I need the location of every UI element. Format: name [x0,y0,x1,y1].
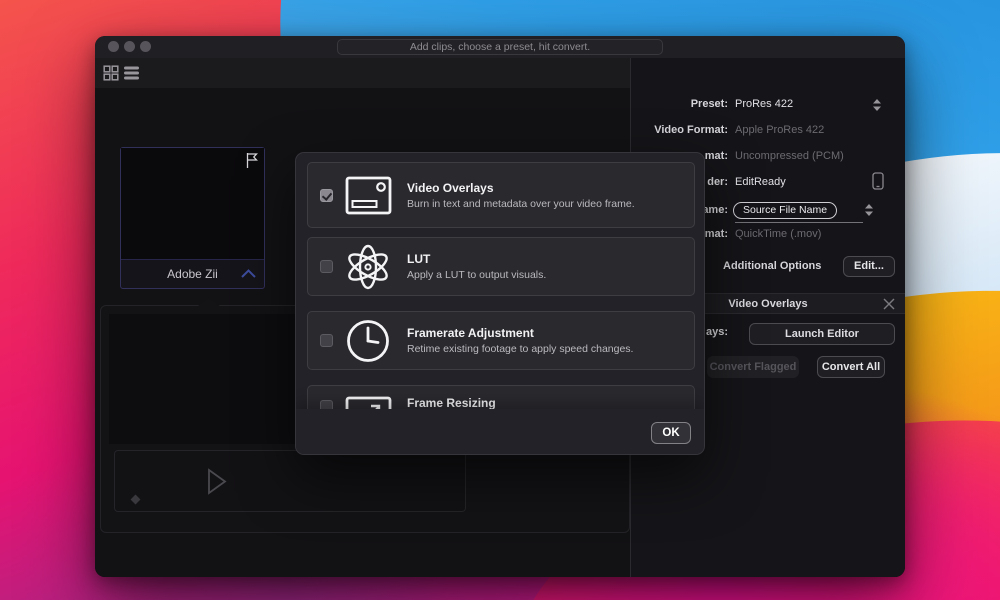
launch-editor-button[interactable]: Launch Editor [749,323,895,345]
options-dialog: Video Overlays Burn in text and metadata… [295,152,705,455]
option-title: LUT [407,252,431,266]
option-title: Video Overlays [407,180,494,195]
preset-stepper-icon[interactable] [873,99,881,114]
option-desc: Apply a LUT to output visuals. [407,269,547,281]
ok-button[interactable]: OK [651,422,691,444]
grid-view-icon[interactable] [103,65,119,84]
device-phone-icon[interactable] [872,172,884,193]
titlebar: Add clips, choose a preset, hit convert. [95,36,905,58]
editready-window: Add clips, choose a preset, hit convert. [95,36,905,577]
close-icon[interactable] [883,298,895,313]
zoom-window-button[interactable] [140,41,151,52]
popover-arrow [198,298,220,306]
option-text: Framerate Adjustment Retime existing foo… [407,326,633,355]
play-icon[interactable] [207,468,227,498]
video-overlay-icon [343,176,393,215]
audio-format-value: Uncompressed (PCM) [735,150,844,162]
option-row-video-overlays[interactable]: Video Overlays Burn in text and metadata… [307,162,695,228]
option-text: Video Overlays Burn in text and metadata… [407,181,635,210]
preset-label: Preset: [690,98,728,110]
flag-icon[interactable] [244,151,259,172]
option-title: Frame Resizing [407,396,496,410]
framerate-checkbox[interactable] [320,334,333,347]
clip-thumbnail [121,148,264,260]
video-format-label: Video Format: [654,124,728,136]
file-format-value: QuickTime (.mov) [735,228,822,240]
option-text: LUT Apply a LUT to output visuals. [407,252,546,281]
clip-card[interactable]: Adobe Zii [120,147,265,289]
drop-hint-message: Add clips, choose a preset, hit convert. [337,39,663,55]
list-view-icon[interactable] [124,66,139,83]
video-format-value: Apple ProRes 422 [735,124,825,136]
option-row-framerate[interactable]: Framerate Adjustment Retime existing foo… [307,311,695,370]
file-name-stepper-icon[interactable] [865,204,873,219]
player-controls [114,450,466,512]
marker-diamond-icon[interactable] [130,494,141,505]
clock-icon [343,318,393,364]
edit-button[interactable]: Edit... [843,256,895,277]
lut-checkbox[interactable] [320,260,333,273]
video-overlays-checkbox[interactable] [320,188,333,202]
convert-all-button[interactable]: Convert All [817,356,885,378]
close-window-button[interactable] [108,41,119,52]
option-desc: Retime existing footage to apply speed c… [407,343,634,355]
convert-flagged-button[interactable]: Convert Flagged [707,356,799,378]
screen: Add clips, choose a preset, hit convert. [0,0,1000,600]
option-desc: Burn in text and metadata over your vide… [407,197,635,210]
minimize-window-button[interactable] [124,41,135,52]
dialog-footer: OK [296,409,704,454]
option-row-lut[interactable]: LUT Apply a LUT to output visuals. [307,237,695,296]
file-name-field-underline [735,222,863,223]
additional-options-label: Additional Options [723,260,822,272]
chevron-up-icon[interactable] [241,269,256,281]
preset-value[interactable]: ProRes 422 [735,98,793,110]
clip-label-bar: Adobe Zii [121,259,264,288]
atom-icon [343,242,393,292]
encoder-value[interactable]: EditReady [735,176,786,188]
source-file-name-token[interactable]: Source File Name [733,202,838,219]
option-title: Framerate Adjustment [407,326,534,340]
